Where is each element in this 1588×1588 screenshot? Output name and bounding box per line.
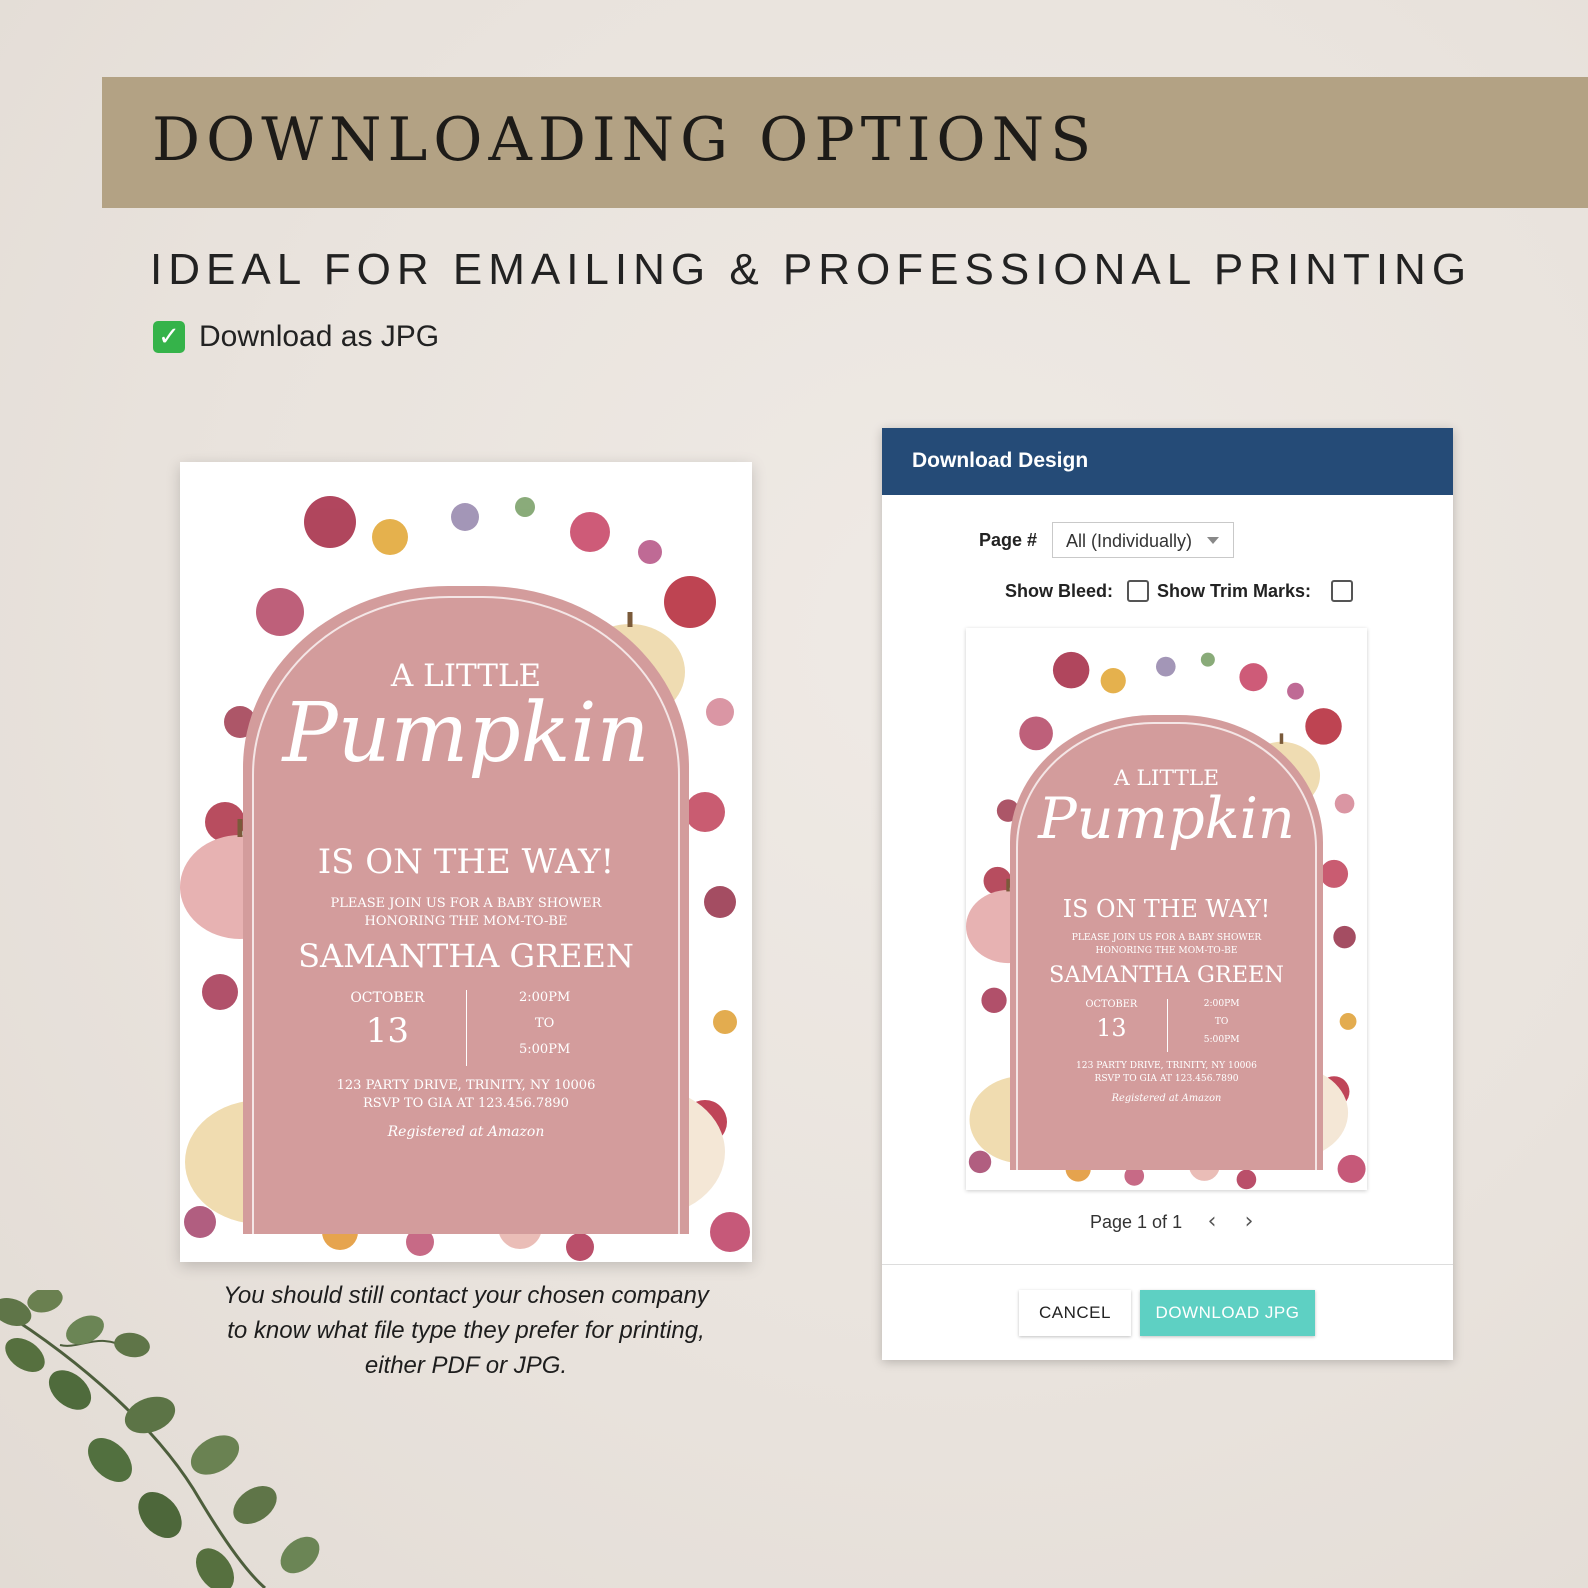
subtitle: IDEAL FOR EMAILING & PROFESSIONAL PRINTI… <box>150 245 1473 294</box>
invite-line-4: HONORING THE MOM-TO-BE <box>1095 945 1238 956</box>
invite-line-3: PLEASE JOIN US FOR A BABY SHOWER <box>1071 932 1262 943</box>
show-bleed-checkbox[interactable] <box>1127 580 1149 602</box>
invite-script: Pumpkin <box>282 686 650 781</box>
date-divider <box>466 990 467 1066</box>
show-bleed-label: Show Bleed: <box>1005 581 1114 601</box>
design-preview: A LITTLE Pumpkin IS ON THE WAY! PLEASE JOIN… <box>966 628 1367 1190</box>
chevron-down-icon <box>1207 537 1219 544</box>
time-to: TO <box>1214 1017 1229 1028</box>
time-start: 2:00PM <box>1203 998 1240 1009</box>
invite-registry: Registered at Amazon <box>1111 1093 1222 1105</box>
date-day: 13 <box>1096 1013 1127 1042</box>
next-page-button[interactable]: › <box>1237 1208 1261 1236</box>
time-end: 5:00PM <box>519 1041 571 1057</box>
date-time-block: OCTOBER 13 2:00PM TO 5:00PM <box>1066 998 1267 1053</box>
date-divider <box>1166 998 1168 1053</box>
invite-address: 123 PARTY DRIVE, TRINITY, NY 10006 <box>1076 1060 1257 1071</box>
time-to: TO <box>534 1015 555 1031</box>
invite-rsvp: RSVP TO GIA AT 123.456.7890 <box>363 1096 569 1112</box>
date-time-block: OCTOBER 13 2:00PM TO 5:00PM <box>323 990 609 1066</box>
time-start: 2:00PM <box>519 990 571 1005</box>
page-select-value: All (Individually) <box>1066 531 1193 551</box>
page-indicator: Page 1 of 1 <box>1090 1212 1183 1232</box>
invite-address: 123 PARTY DRIVE, TRINITY, NY 10006 <box>336 1078 596 1093</box>
invite-line-2: IS ON THE WAY! <box>1062 894 1271 923</box>
show-trim-marks-label: Show Trim Marks: <box>1157 581 1312 601</box>
eucalyptus-decoration <box>0 1290 320 1588</box>
format-line: ✓ Download as JPG <box>153 320 439 354</box>
invite-line-4: HONORING THE MOM-TO-BE <box>364 914 568 929</box>
banner-title: DOWNLOADING OPTIONS <box>152 105 1098 175</box>
format-text: Download as JPG <box>199 320 440 353</box>
dialog-header: Download Design <box>882 428 1453 495</box>
invite-name: SAMANTHA GREEN <box>1049 961 1284 988</box>
prev-page-button[interactable]: ‹ <box>1200 1208 1224 1236</box>
time-end: 5:00PM <box>1203 1035 1240 1046</box>
date-month: OCTOBER <box>1085 998 1138 1010</box>
cancel-button[interactable]: CANCEL <box>1019 1290 1131 1336</box>
date-month: OCTOBER <box>350 990 425 1006</box>
page-number-label: Page # <box>979 530 1038 550</box>
invite-name: SAMANTHA GREEN <box>298 937 634 976</box>
invite-line-2: IS ON THE WAY! <box>317 842 615 882</box>
invitation-card: A LITTLE Pumpkin IS ON THE WAY! PLEASE JOIN… <box>180 462 752 1262</box>
invite-registry: Registered at Amazon <box>387 1124 545 1141</box>
download-jpg-button[interactable]: DOWNLOAD JPG <box>1140 1290 1315 1336</box>
invite-line-3: PLEASE JOIN US FOR A BABY SHOWER <box>330 895 602 911</box>
invite-script: Pumpkin <box>1038 785 1295 853</box>
dialog-divider <box>882 1264 1453 1265</box>
date-day: 13 <box>365 1011 409 1052</box>
invite-rsvp: RSVP TO GIA AT 123.456.7890 <box>1094 1073 1239 1084</box>
show-trim-marks-checkbox[interactable] <box>1331 580 1353 602</box>
dialog-title: Download Design <box>912 449 1089 472</box>
check-mark-icon: ✓ <box>153 321 185 353</box>
page-select[interactable]: All (Individually) <box>1052 522 1234 558</box>
